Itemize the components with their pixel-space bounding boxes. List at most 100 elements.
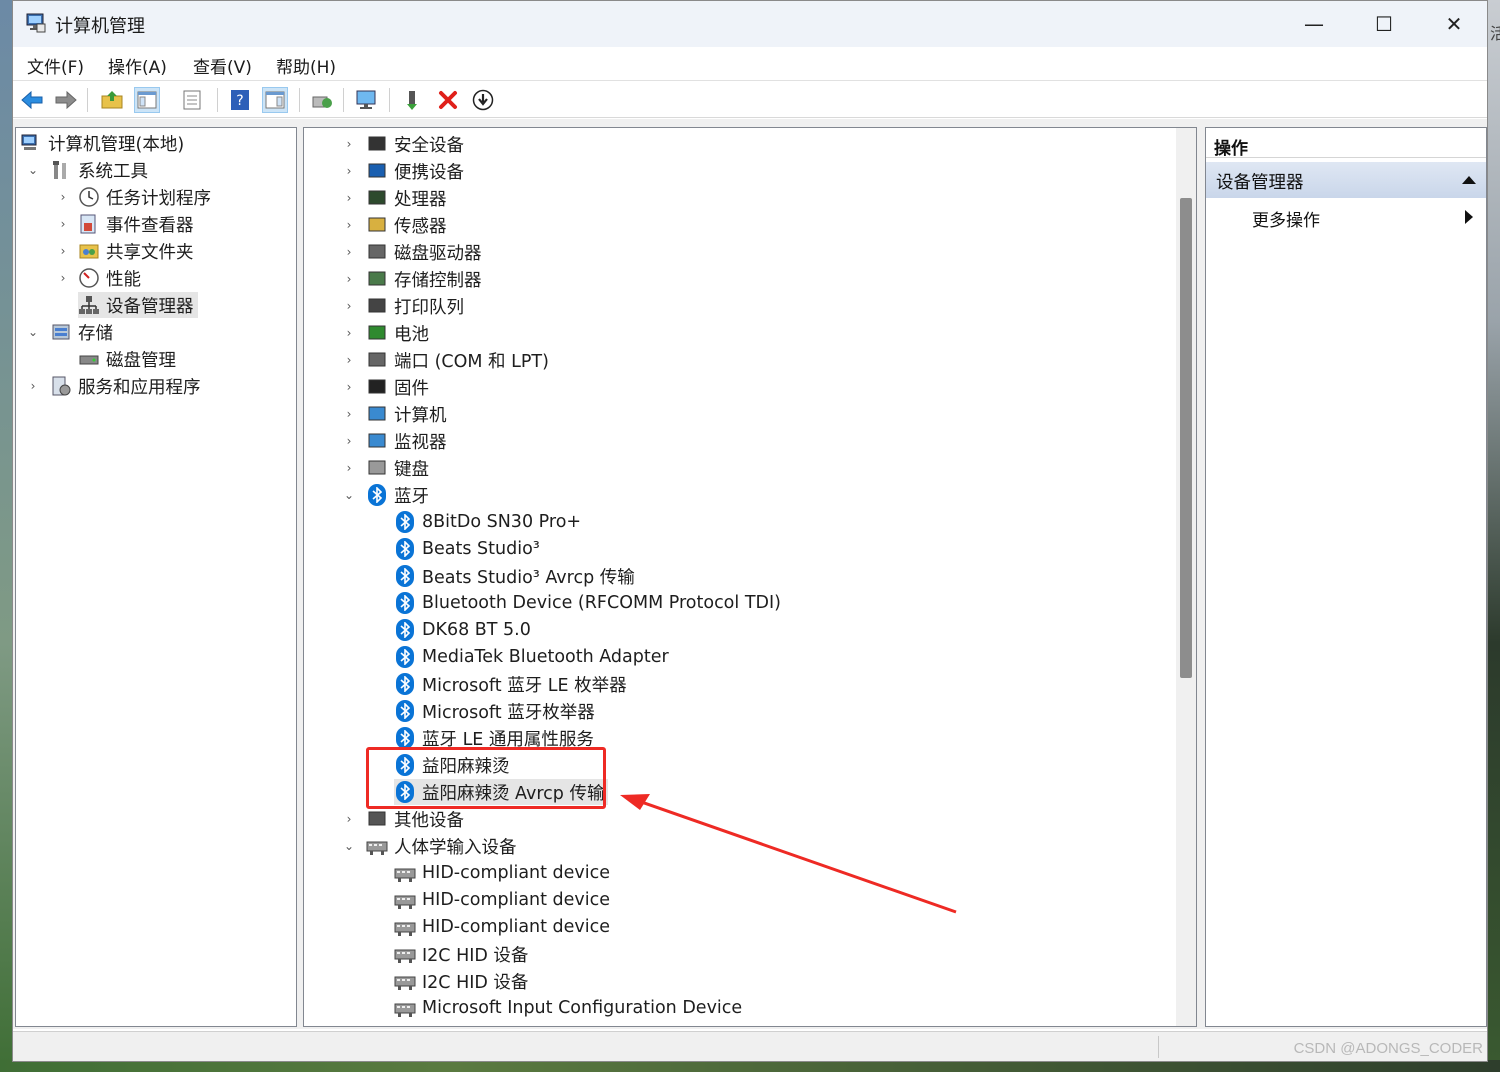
bluetooth-icon [394,727,416,749]
chevron-right-icon[interactable]: › [342,806,356,832]
chevron-right-icon[interactable]: › [26,373,40,399]
chevron-right-icon[interactable]: › [342,266,356,292]
device-category-other[interactable]: 其他设备 [366,806,464,832]
device-category[interactable]: 计算机 [366,401,447,427]
chevron-down-icon[interactable]: ⌄ [342,833,356,859]
chevron-down-icon[interactable]: ⌄ [342,482,356,508]
chevron-right-icon[interactable]: › [56,265,70,291]
device-category[interactable]: 存储控制器 [366,266,482,292]
device-category-bluetooth[interactable]: 蓝牙 [366,482,429,508]
scan-hardware-button[interactable] [354,87,380,113]
annotation-highlight-box [366,747,606,809]
chevron-right-icon[interactable]: › [56,238,70,264]
device-category[interactable]: 安全设备 [366,131,464,157]
chevron-right-icon[interactable]: › [342,455,356,481]
chevron-down-icon[interactable]: ⌄ [26,319,40,345]
device-category-other-label: 其他设备 [394,810,464,831]
tree-node-storage[interactable]: 存储 [50,319,113,345]
disable-device-button[interactable] [470,87,496,113]
chevron-right-icon[interactable]: › [342,131,356,157]
properties-button[interactable] [179,87,205,113]
hid-device-label: HID-compliant device [422,890,611,910]
bluetooth-device[interactable]: Microsoft 蓝牙 LE 枚举器 [394,671,627,697]
chevron-right-icon[interactable]: › [342,428,356,454]
device-category[interactable]: 便携设备 [366,158,464,184]
hid-device[interactable]: I2C HID 设备 [394,941,528,967]
chevron-right-icon[interactable]: › [342,212,356,238]
menu-view[interactable]: 查看(V) [193,53,252,78]
hid-device[interactable]: I2C HID 设备 [394,968,528,994]
show-action-pane-button[interactable] [262,87,288,113]
vertical-scrollbar[interactable] [1176,128,1196,1026]
maximize-button[interactable]: ☐ [1349,1,1419,47]
tree-node-shared-folders[interactable]: 共享文件夹 [78,238,194,264]
up-level-button[interactable] [99,87,125,113]
hid-device[interactable]: HID-compliant device [394,860,610,886]
chevron-right-icon[interactable]: › [342,374,356,400]
hid-device-label: I2C HID 设备 [422,945,529,966]
chevron-right-icon[interactable]: › [342,293,356,319]
device-category[interactable]: 监视器 [366,428,447,454]
properties-icon [183,90,201,110]
bluetooth-device[interactable]: Beats Studio³ [394,536,540,562]
bluetooth-device[interactable]: Beats Studio³ Avrcp 传输 [394,563,635,589]
bluetooth-device-label: MediaTek Bluetooth Adapter [422,647,669,667]
chevron-right-icon[interactable]: › [342,401,356,427]
bluetooth-device[interactable]: 8BitDo SN30 Pro+ [394,509,581,535]
device-category[interactable]: 固件 [366,374,429,400]
hid-device[interactable]: Microsoft Input Configuration Device [394,995,742,1021]
bluetooth-device[interactable]: MediaTek Bluetooth Adapter [394,644,669,670]
device-category-label: 计算机 [394,405,447,426]
device-category[interactable]: 处理器 [366,185,447,211]
bluetooth-device[interactable]: Bluetooth Device (RFCOMM Protocol TDI) [394,590,781,616]
device-category[interactable]: 磁盘驱动器 [366,239,482,265]
device-tree-pane: › 安全设备 › 便携设备 › 处理器 › 传感器 › 磁盘驱动器 › 存储控制器 › 打印队列 › 电池 › 端… [303,127,1197,1027]
menu-action[interactable]: 操作(A) [108,53,167,78]
tree-node-disk-management[interactable]: 磁盘管理 [78,346,176,372]
hid-device[interactable]: HID-compliant device [394,914,610,940]
menu-file[interactable]: 文件(F) [27,53,84,78]
computer-management-window: 计算机管理 — ☐ ✕ 文件(F) 操作(A) 查看(V) 帮助(H) ? 计算… [12,0,1488,1062]
tree-node-system-tools[interactable]: 系统工具 [50,157,148,183]
chevron-down-icon[interactable]: ⌄ [26,157,40,183]
more-actions-item[interactable]: 更多操作 [1252,206,1320,231]
tree-node-event-viewer[interactable]: 事件查看器 [78,211,194,237]
uninstall-device-button[interactable] [435,87,461,113]
help-button[interactable]: ? [227,87,253,113]
chevron-right-icon[interactable]: › [342,347,356,373]
chevron-right-icon[interactable]: › [342,320,356,346]
device-category[interactable]: 打印队列 [366,293,464,319]
device-category[interactable]: 传感器 [366,212,447,238]
chevron-right-icon[interactable]: › [342,158,356,184]
device-category[interactable]: 电池 [366,320,429,346]
enable-device-button[interactable] [401,87,427,113]
chevron-right-icon[interactable]: › [342,185,356,211]
minimize-button[interactable]: — [1279,1,1349,47]
update-driver-button[interactable] [309,87,335,113]
device-category[interactable]: 键盘 [366,455,429,481]
chevron-right-icon[interactable]: › [342,239,356,265]
back-button[interactable] [19,87,45,113]
hid-device[interactable]: HID-compliant device [394,887,610,913]
tree-node-device-manager[interactable]: 设备管理器 [78,292,198,318]
tree-node-services-apps[interactable]: 服务和应用程序 [50,373,201,399]
tree-node-root[interactable]: 计算机管理(本地) [20,130,184,156]
device-category-hid[interactable]: 人体学输入设备 [366,833,517,859]
close-button[interactable]: ✕ [1419,1,1489,47]
enable-device-icon [407,91,417,110]
show-hide-console-tree-button[interactable] [134,87,160,113]
monitor-icon [366,430,388,452]
actions-section-device-manager[interactable]: 设备管理器 [1206,162,1486,198]
bluetooth-device[interactable]: DK68 BT 5.0 [394,617,531,643]
forward-button[interactable] [53,87,79,113]
computer-management-icon [20,132,42,154]
bluetooth-device[interactable]: Microsoft 蓝牙枚举器 [394,698,595,724]
menu-help[interactable]: 帮助(H) [276,53,336,78]
tree-node-task-scheduler[interactable]: 任务计划程序 [78,184,211,210]
help-icon: ? [231,90,249,110]
scrollbar-thumb[interactable] [1180,198,1192,678]
tree-node-performance[interactable]: 性能 [78,265,141,291]
chevron-right-icon[interactable]: › [56,211,70,237]
device-category[interactable]: 端口 (COM 和 LPT) [366,347,549,373]
chevron-right-icon[interactable]: › [56,184,70,210]
